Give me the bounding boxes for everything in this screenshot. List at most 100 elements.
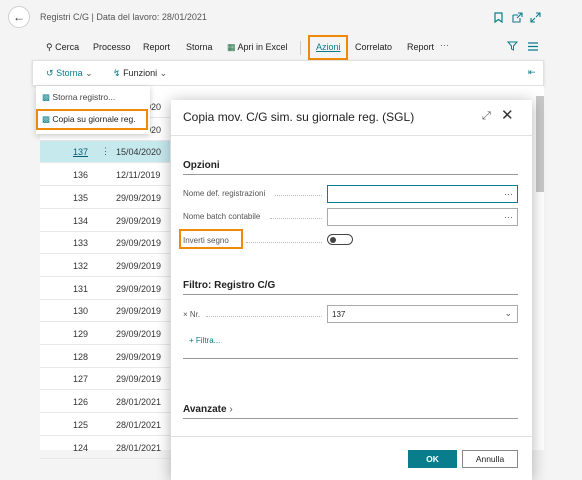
- nome-registrazioni-field[interactable]: ···: [327, 185, 518, 203]
- dots: [275, 195, 322, 196]
- row-date: 29/09/2019: [116, 374, 162, 385]
- report-action[interactable]: Report: [143, 42, 170, 52]
- table-row[interactable]: 125 28/01/2021: [40, 414, 170, 436]
- row-date: 29/09/2019: [116, 238, 162, 249]
- row-nr: 126: [72, 397, 88, 408]
- row-date: 28/01/2021: [116, 419, 162, 430]
- storna-action[interactable]: Storna: [186, 42, 213, 52]
- excel-icon: ▦: [227, 42, 236, 52]
- funzioni-menu-button[interactable]: ↯ Funzioni ⌄: [113, 68, 167, 79]
- processo-action[interactable]: Processo: [93, 42, 131, 52]
- close-icon[interactable]: ✕: [501, 106, 514, 124]
- table-row[interactable]: 130 29/09/2019: [40, 300, 170, 323]
- label-nome-batch: Nome batch contabile: [183, 212, 261, 221]
- table-row[interactable]: 128 29/09/2019: [40, 346, 170, 368]
- table-row[interactable]: 127 29/09/2019: [40, 368, 170, 391]
- reverse-icon: ↺: [46, 68, 54, 78]
- label-nome-registrazioni: Nome def. registrazioni: [183, 189, 266, 198]
- table-row[interactable]: 133 29/09/2019: [40, 232, 170, 255]
- table-row[interactable]: 126 28/01/2021: [40, 391, 170, 414]
- bookmark-icon[interactable]: [492, 11, 504, 23]
- open-in-excel-action[interactable]: ▦ Apri in Excel: [227, 42, 288, 53]
- row-nr: 135: [72, 192, 88, 203]
- row-nr: 125: [72, 419, 88, 430]
- azioni-action[interactable]: Azioni: [316, 42, 341, 52]
- section-advanced[interactable]: Avanzate ›: [183, 404, 233, 415]
- toggle-knob: [330, 236, 336, 243]
- row-date: 29/09/2019: [116, 306, 162, 317]
- row-date: 29/09/2019: [116, 283, 162, 294]
- copy-icon: ▩: [42, 114, 51, 124]
- table-row[interactable]: 132 29/09/2019: [40, 255, 170, 277]
- section-divider: [183, 358, 518, 359]
- menu-item-copia-giornale[interactable]: ▩ Copia su giornale reg.: [42, 114, 136, 125]
- expand-dialog-icon[interactable]: ⤢: [482, 110, 491, 123]
- filter-nr-field[interactable]: 137 ⌄: [327, 305, 518, 323]
- chevron-right-icon: ›: [229, 404, 233, 415]
- row-nr: 134: [72, 215, 88, 226]
- lookup-icon[interactable]: ···: [504, 189, 513, 199]
- filter-icon[interactable]: [506, 41, 519, 53]
- add-filter-link[interactable]: + Filtra...: [189, 336, 220, 345]
- list-view-icon[interactable]: [528, 42, 538, 53]
- nome-batch-field[interactable]: ···: [327, 208, 518, 226]
- row-menu-icon[interactable]: ⋮: [101, 146, 110, 157]
- chevron-down-icon: ⌄: [85, 68, 93, 78]
- more-actions-icon[interactable]: ···: [440, 40, 449, 50]
- filter-label-nr[interactable]: × Nr.: [183, 310, 200, 319]
- cancel-button[interactable]: Annulla: [462, 450, 518, 468]
- search-action[interactable]: ⚲ Cerca: [46, 42, 79, 53]
- lookup-icon[interactable]: ···: [504, 212, 513, 222]
- table-row[interactable]: 131 29/09/2019: [40, 278, 170, 300]
- menu-item-storna-registro[interactable]: ▩ Storna registro...: [42, 92, 115, 103]
- action-bar: [0, 36, 582, 58]
- report-menu-action[interactable]: Report: [407, 42, 434, 52]
- chevron-down-icon[interactable]: ⌄: [504, 308, 512, 319]
- section-filter-title: Filtro: Registro C/G: [183, 280, 276, 291]
- table-row[interactable]: 124 28/01/2021: [40, 437, 170, 459]
- table-row[interactable]: 134 29/09/2019: [40, 210, 170, 232]
- row-date: 29/09/2019: [116, 329, 162, 339]
- separator: [300, 41, 301, 55]
- filter-nr-value: 137: [332, 310, 346, 319]
- dots: [206, 316, 322, 317]
- lightning-icon: ↯: [113, 68, 121, 78]
- storna-menu-button[interactable]: ↺ Storna ⌄: [46, 68, 93, 79]
- table-row[interactable]: 137 15/04/2020 ⋮: [40, 141, 170, 164]
- row-date: 29/09/2019: [116, 260, 162, 271]
- row-nr: 136: [72, 170, 88, 181]
- inverti-segno-toggle[interactable]: [327, 234, 353, 245]
- table-row[interactable]: 135 29/09/2019: [40, 187, 170, 209]
- row-date: 28/01/2021: [116, 442, 162, 453]
- dots: [246, 242, 322, 243]
- row-date: 28/01/2021: [116, 397, 162, 408]
- scrollbar[interactable]: [536, 96, 544, 192]
- row-date: 12/11/2019: [116, 170, 161, 181]
- row-nr[interactable]: 137: [73, 147, 88, 157]
- back-button[interactable]: ←: [8, 6, 30, 28]
- dialog-title: Copia mov. C/G sim. su giornale reg. (SG…: [183, 110, 415, 124]
- arrow-left-icon: ←: [13, 10, 25, 24]
- correlato-action[interactable]: Correlato: [355, 42, 392, 52]
- section-underline: [183, 418, 518, 419]
- row-nr: 132: [72, 260, 88, 271]
- row-date: 29/09/2019: [116, 192, 162, 203]
- section-underline: [183, 174, 518, 175]
- section-options-title: Opzioni: [183, 160, 220, 171]
- dialog-title-separator: [171, 135, 532, 136]
- row-nr: 133: [72, 238, 88, 249]
- row-date: 29/09/2019: [116, 351, 162, 362]
- row-nr: 127: [72, 374, 88, 385]
- dialog-footer-separator: [171, 436, 532, 437]
- row-nr: 130: [72, 306, 88, 317]
- open-new-window-icon[interactable]: [511, 11, 523, 23]
- row-nr: 128: [72, 351, 88, 362]
- table-row[interactable]: 136 12/11/2019: [40, 164, 170, 187]
- document-icon: ▩: [42, 92, 51, 102]
- page-title: Registri C/G | Data del lavoro: 28/01/20…: [40, 12, 207, 22]
- section-underline: [183, 294, 518, 295]
- pin-icon[interactable]: ⇤: [528, 67, 536, 78]
- ok-button[interactable]: OK: [408, 450, 457, 468]
- table-row[interactable]: 129 29/09/2019: [40, 323, 170, 345]
- expand-icon[interactable]: [529, 11, 541, 23]
